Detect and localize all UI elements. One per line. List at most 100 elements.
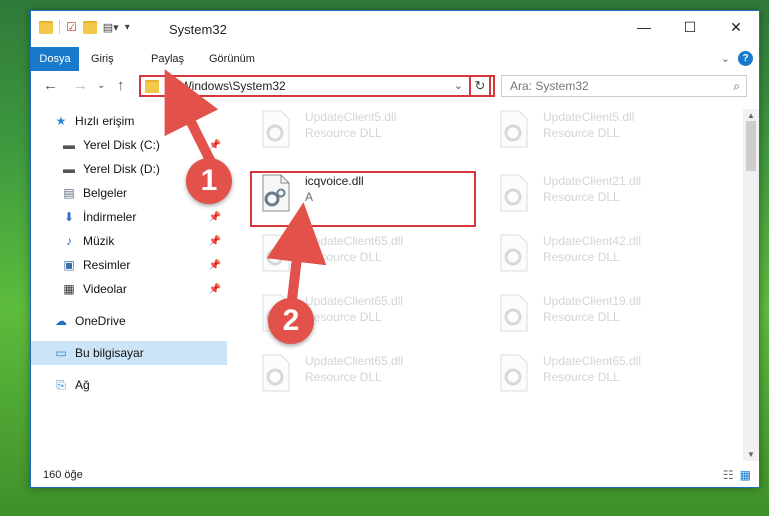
sidebar-item-this-pc[interactable]: ▭ Bu bilgisayar bbox=[31, 341, 227, 365]
new-folder-icon[interactable] bbox=[82, 20, 97, 34]
file-name: UpdateClient5.dll bbox=[543, 110, 635, 124]
chevron-down-icon[interactable]: ▾ bbox=[125, 22, 130, 33]
recent-locations-chevron[interactable]: ⌄ bbox=[97, 80, 105, 91]
help-button[interactable]: ? bbox=[738, 51, 753, 66]
sidebar-item-label: Resimler bbox=[83, 258, 131, 272]
dll-file-icon bbox=[500, 110, 528, 148]
explorer-window: ☑ ▤▾ ▾ System32 — ☐ ✕ Dosya Giriş Paylaş… bbox=[30, 10, 760, 488]
expand-ribbon-icon[interactable]: ⌄ bbox=[721, 52, 730, 65]
scroll-up-icon[interactable]: ▲ bbox=[747, 111, 755, 120]
documents-icon: ▤ bbox=[63, 186, 75, 200]
file-name: UpdateClient19.dll bbox=[543, 294, 642, 308]
pin-icon: 📌 bbox=[208, 235, 221, 247]
sidebar-item-label: İndirmeler bbox=[83, 210, 137, 224]
address-bar[interactable]: C:\Windows\System32 ⌄ bbox=[139, 75, 495, 97]
file-description: Resource DLL bbox=[543, 190, 620, 204]
tiles-view-icon[interactable]: ▦ bbox=[740, 468, 751, 482]
quick-access-toolbar: ☑ ▤▾ ▾ bbox=[39, 20, 130, 34]
file-description: Resource DLL bbox=[543, 126, 620, 140]
dll-file-icon bbox=[500, 354, 528, 392]
pin-icon: 📌 bbox=[208, 139, 221, 151]
dll-file-icon bbox=[500, 174, 528, 212]
close-button[interactable]: ✕ bbox=[713, 11, 759, 43]
drive-icon: ▬ bbox=[63, 138, 75, 152]
sidebar-item-music[interactable]: ♪ Müzik 📌 bbox=[31, 229, 227, 253]
tab-file[interactable]: Dosya bbox=[31, 47, 79, 71]
step-marker-2: 2 bbox=[268, 298, 314, 344]
file-item[interactable]: UpdateClient65.dll Resource DLL bbox=[251, 233, 477, 283]
star-icon: ★ bbox=[55, 114, 67, 128]
vertical-scrollbar[interactable]: ▲ ▼ bbox=[743, 109, 759, 461]
file-item[interactable]: UpdateClient5.dll Resource DLL bbox=[251, 109, 477, 159]
navigation-bar: ← → ⌄ ↑ C:\Windows\System32 ⌄ ↻ Ara: Sys… bbox=[31, 73, 759, 101]
drive-icon: ▬ bbox=[63, 162, 75, 176]
tab-share[interactable]: Paylaş bbox=[141, 47, 194, 71]
refresh-button[interactable]: ↻ bbox=[469, 75, 491, 97]
back-button[interactable]: ← bbox=[43, 77, 58, 94]
file-description: Resource DLL bbox=[305, 250, 382, 264]
file-highlight-box bbox=[250, 171, 476, 227]
sidebar-item-videos[interactable]: ▦ Videolar 📌 bbox=[31, 277, 227, 301]
minimize-button[interactable]: — bbox=[621, 11, 667, 43]
file-item[interactable]: UpdateClient65.dll Resource DLL bbox=[251, 353, 477, 403]
address-dropdown-icon[interactable]: ⌄ bbox=[454, 79, 463, 92]
search-input[interactable]: Ara: System32 bbox=[510, 79, 589, 93]
sidebar-item-network[interactable]: ⎘ Ağ bbox=[31, 373, 227, 397]
file-name: UpdateClient65.dll bbox=[543, 354, 642, 368]
forward-button[interactable]: → bbox=[73, 77, 88, 94]
sidebar-item-label: Videolar bbox=[83, 282, 127, 296]
ribbon-tabs: Dosya Giriş Paylaş Görünüm ⌄ ? bbox=[31, 47, 759, 71]
window-controls: — ☐ ✕ bbox=[621, 11, 759, 43]
folder-icon[interactable] bbox=[39, 20, 53, 34]
file-description: Resource DLL bbox=[543, 310, 620, 324]
ribbon-right-controls: ⌄ ? bbox=[721, 51, 753, 66]
sidebar-item-label: Müzik bbox=[83, 234, 115, 248]
file-item[interactable]: UpdateClient65.dll Resource DLL bbox=[489, 353, 715, 403]
sidebar-item-label: Bu bilgisayar bbox=[75, 346, 144, 360]
sidebar-item-label: Yerel Disk (D:) bbox=[83, 162, 160, 176]
window-title: System32 bbox=[169, 22, 227, 37]
details-view-icon[interactable]: ☷ bbox=[723, 468, 734, 482]
sidebar-item-downloads[interactable]: ⬇ İndirmeler 📌 bbox=[31, 205, 227, 229]
file-item[interactable]: UpdateClient42.dll Resource DLL bbox=[489, 233, 715, 283]
file-item[interactable]: UpdateClient19.dll Resource DLL bbox=[489, 293, 715, 343]
video-icon: ▦ bbox=[63, 282, 75, 296]
file-name: UpdateClient65.dll bbox=[305, 354, 404, 368]
dll-file-icon bbox=[262, 110, 290, 148]
file-name: UpdateClient65.dll bbox=[305, 294, 404, 308]
properties-icon[interactable]: ☑ bbox=[66, 20, 77, 34]
file-item[interactable]: UpdateClient21.dll Resource DLL bbox=[489, 173, 715, 223]
file-description: Resource DLL bbox=[305, 310, 382, 324]
pin-icon: 📌 bbox=[208, 259, 221, 271]
dll-file-icon bbox=[262, 354, 290, 392]
up-button[interactable]: ↑ bbox=[117, 77, 125, 94]
sidebar-item-label: Yerel Disk (C:) bbox=[83, 138, 160, 152]
sidebar-item-quick-access[interactable]: ★ Hızlı erişim bbox=[31, 109, 227, 133]
tab-view[interactable]: Görünüm bbox=[199, 47, 265, 71]
customize-toolbar-icon[interactable]: ▤▾ bbox=[103, 21, 119, 34]
file-description: Resource DLL bbox=[305, 126, 382, 140]
music-icon: ♪ bbox=[66, 234, 72, 248]
step-marker-1: 1 bbox=[186, 158, 232, 204]
sidebar-item-label: Hızlı erişim bbox=[75, 114, 135, 128]
file-name: UpdateClient65.dll bbox=[305, 234, 404, 248]
folder-icon bbox=[145, 79, 159, 93]
download-icon: ⬇ bbox=[63, 210, 75, 224]
file-description: Resource DLL bbox=[543, 250, 620, 264]
scroll-thumb[interactable] bbox=[746, 121, 756, 171]
sidebar-item-disk-c[interactable]: ▬ Yerel Disk (C:) 📌 bbox=[31, 133, 227, 157]
cloud-icon: ☁ bbox=[55, 314, 67, 328]
search-box[interactable]: Ara: System32 ⌕ bbox=[501, 75, 747, 97]
tab-home[interactable]: Giriş bbox=[81, 47, 124, 71]
file-list: UpdateClient5.dll Resource DLL UpdateClie… bbox=[241, 109, 741, 461]
file-item[interactable]: UpdateClient5.dll Resource DLL bbox=[489, 109, 715, 159]
sidebar-item-label: OneDrive bbox=[75, 314, 126, 328]
file-name: UpdateClient21.dll bbox=[543, 174, 642, 188]
sidebar-item-pictures[interactable]: ▣ Resimler 📌 bbox=[31, 253, 227, 277]
address-path[interactable]: C:\Windows\System32 bbox=[165, 79, 286, 93]
file-name: UpdateClient42.dll bbox=[543, 234, 642, 248]
scroll-down-icon[interactable]: ▼ bbox=[747, 450, 755, 459]
title-bar: ☑ ▤▾ ▾ System32 — ☐ ✕ bbox=[31, 11, 759, 47]
sidebar-item-onedrive[interactable]: ☁ OneDrive bbox=[31, 309, 227, 333]
maximize-button[interactable]: ☐ bbox=[667, 11, 713, 43]
